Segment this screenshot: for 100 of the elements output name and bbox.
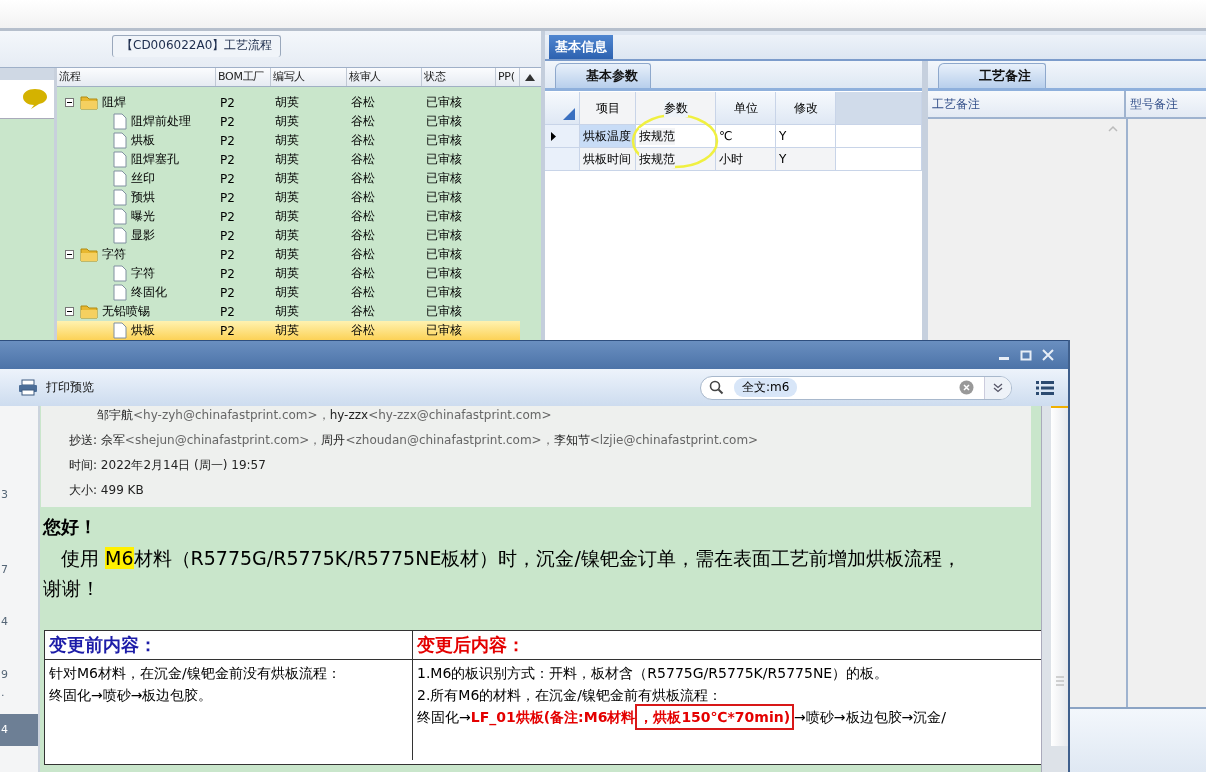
- mail-list-item[interactable]: .: [0, 686, 38, 699]
- mail-list-item[interactable]: 4: [0, 714, 38, 746]
- table-cell: Y: [776, 148, 836, 170]
- contact-address: <zhoudan@chinafastprint.com>，: [345, 433, 554, 447]
- info-tab[interactable]: 基本信息: [549, 35, 613, 59]
- tree-row[interactable]: 字符 P2 胡英 谷松 已审核: [57, 264, 520, 283]
- tree-row[interactable]: 丝印 P2 胡英 谷松 已审核: [57, 169, 520, 188]
- clear-icon[interactable]: [959, 380, 974, 395]
- scrollbar-thumb[interactable]: [1051, 406, 1068, 746]
- tree-row[interactable]: 曝光 P2 胡英 谷松 已审核: [57, 207, 520, 226]
- column-header[interactable]: BOM工厂: [216, 68, 271, 86]
- document-icon: [113, 284, 127, 301]
- tree-row[interactable]: 显影 P2 胡英 谷松 已审核: [57, 226, 520, 245]
- close-icon[interactable]: [1042, 349, 1054, 361]
- table-cell: 针对M6材料，在沉金/镍钯金前没有烘板流程： 终固化→喷砂→板边包胶。: [45, 660, 413, 760]
- greeting-text: 您好！: [43, 515, 98, 539]
- table-cell-text: 谷松: [350, 303, 376, 320]
- tree-row[interactable]: 烘板 P2 胡英 谷松 已审核: [57, 131, 520, 150]
- list-menu-icon[interactable]: [1036, 380, 1054, 395]
- table-cell-text: 已审核: [425, 265, 463, 282]
- notes-tab[interactable]: 工艺备注: [938, 63, 1046, 88]
- tree-row[interactable]: 无铅喷锡 P2 胡英 谷松 已审核: [57, 302, 520, 321]
- mail-list-item[interactable]: 7: [0, 563, 38, 576]
- tree-row[interactable]: 阻焊塞孔 P2 胡英 谷松 已审核: [57, 150, 520, 169]
- step-name: 阻焊: [102, 94, 126, 111]
- column-header[interactable]: PP(: [496, 68, 520, 86]
- collapse-icon[interactable]: [65, 98, 74, 107]
- print-preview-button[interactable]: 打印预览: [18, 377, 94, 398]
- column-header[interactable]: 项目: [580, 92, 636, 124]
- tree-row[interactable]: 终固化 P2 胡英 谷松 已审核: [57, 283, 520, 302]
- table-cell-text: P2: [219, 228, 236, 243]
- table-cell-text: 谷松: [350, 208, 376, 225]
- step-name: 烘板: [131, 132, 155, 149]
- column-header[interactable]: 流程: [57, 68, 216, 86]
- row-header[interactable]: [545, 125, 580, 147]
- tree-row[interactable]: 阻焊 P2 胡英 谷松 已审核: [57, 93, 520, 112]
- table-cell-text: P2: [219, 266, 236, 281]
- table-cell-text: 胡英: [274, 189, 300, 206]
- contact-address: <lzjie@chinafastprint.com>: [589, 433, 759, 447]
- table-cell-text: 胡英: [274, 284, 300, 301]
- search-chip[interactable]: 全文:m6: [734, 378, 798, 397]
- table-cell-text: 已审核: [425, 170, 463, 187]
- contact-address: <hy-zzx@chinafastprint.com>: [368, 408, 552, 422]
- table-cell: 1.M6的板识别方式：开料，板材含（R5775G/R5775K/R5775NE）的板。 2.所有M6的材料，在沉金/镍钯金前有烘板流程： 终固化→LF_01烘板(备注:M6材料 ，烘板150℃*70min) →喷砂→板边包胶→沉金/: [413, 660, 1041, 764]
- collapse-icon[interactable]: [65, 250, 74, 259]
- table-cell-text: P2: [219, 171, 236, 186]
- collapse-icon[interactable]: [65, 307, 74, 316]
- step-name: 曝光: [131, 208, 155, 225]
- mail-list-item[interactable]: 3: [0, 488, 38, 501]
- document-icon: [113, 151, 127, 168]
- folder-icon: [80, 247, 98, 262]
- step-name: 显影: [131, 227, 155, 244]
- table-cell-text: 胡英: [274, 113, 300, 130]
- header-label: 大小: 499 KB: [69, 483, 144, 497]
- table-cell-text: 胡英: [274, 208, 300, 225]
- search-options-button[interactable]: [984, 376, 1011, 399]
- mail-list-item[interactable]: 9: [0, 668, 38, 681]
- table-cell-text: P2: [219, 209, 236, 224]
- table-cell-text: 胡英: [274, 322, 300, 339]
- scroll-up-icon[interactable]: [525, 73, 535, 81]
- table-cell-text: P2: [219, 114, 236, 129]
- table-cell-text: 谷松: [350, 284, 376, 301]
- contact-address: <hy-zyh@chinafastprint.com>，: [133, 408, 330, 422]
- mail-list-item[interactable]: 4: [0, 615, 38, 628]
- tree-row[interactable]: 预烘 P2 胡英 谷松 已审核: [57, 188, 520, 207]
- folder-icon: [80, 304, 98, 319]
- table-cell-text: 谷松: [350, 322, 376, 339]
- column-header[interactable]: 型号备注: [1126, 91, 1206, 117]
- table-cell-text: 胡英: [274, 94, 300, 111]
- header-label: 时间: 2022年2月14日 (周一) 19:57: [69, 458, 266, 472]
- column-header[interactable]: 参数: [636, 92, 716, 124]
- printer-icon: [18, 379, 38, 396]
- document-icon: [113, 113, 127, 130]
- step-name: 丝印: [131, 170, 155, 187]
- tree-row[interactable]: 烘板 P2 胡英 谷松 已审核: [57, 321, 520, 340]
- table-cell-text: 已审核: [425, 151, 463, 168]
- grip-icon: [1055, 676, 1064, 686]
- table-cell-text: 已审核: [425, 284, 463, 301]
- process-tab[interactable]: 【CD006022A0】工艺流程: [112, 35, 282, 57]
- contact-name: 周丹: [321, 433, 346, 447]
- column-header[interactable]: 单位: [716, 92, 776, 124]
- table-cell-text: 胡英: [274, 132, 300, 149]
- table-cell: ℃: [716, 125, 776, 147]
- contact-name: 邹宇航: [97, 408, 133, 422]
- column-header[interactable]: 状态: [422, 68, 496, 86]
- params-tab[interactable]: 基本参数: [555, 63, 651, 88]
- document-icon: [113, 322, 127, 339]
- maximize-icon[interactable]: [1020, 349, 1032, 361]
- table-cell-text: 谷松: [350, 151, 376, 168]
- tree-row[interactable]: 阻焊前处理 P2 胡英 谷松 已审核: [57, 112, 520, 131]
- column-header[interactable]: 核审人: [347, 68, 422, 86]
- table-cell-text: P2: [219, 247, 236, 262]
- column-header[interactable]: 工艺备注: [928, 91, 1126, 117]
- table-cell: 烘板温度: [580, 125, 636, 147]
- chat-bubble-icon[interactable]: [22, 88, 48, 110]
- tree-row[interactable]: 字符 P2 胡英 谷松 已审核: [57, 245, 520, 264]
- column-header[interactable]: 编写人: [271, 68, 347, 86]
- search-icon: [709, 380, 724, 395]
- search-field[interactable]: 全文:m6: [700, 375, 1012, 400]
- step-name: 阻焊塞孔: [131, 151, 179, 168]
